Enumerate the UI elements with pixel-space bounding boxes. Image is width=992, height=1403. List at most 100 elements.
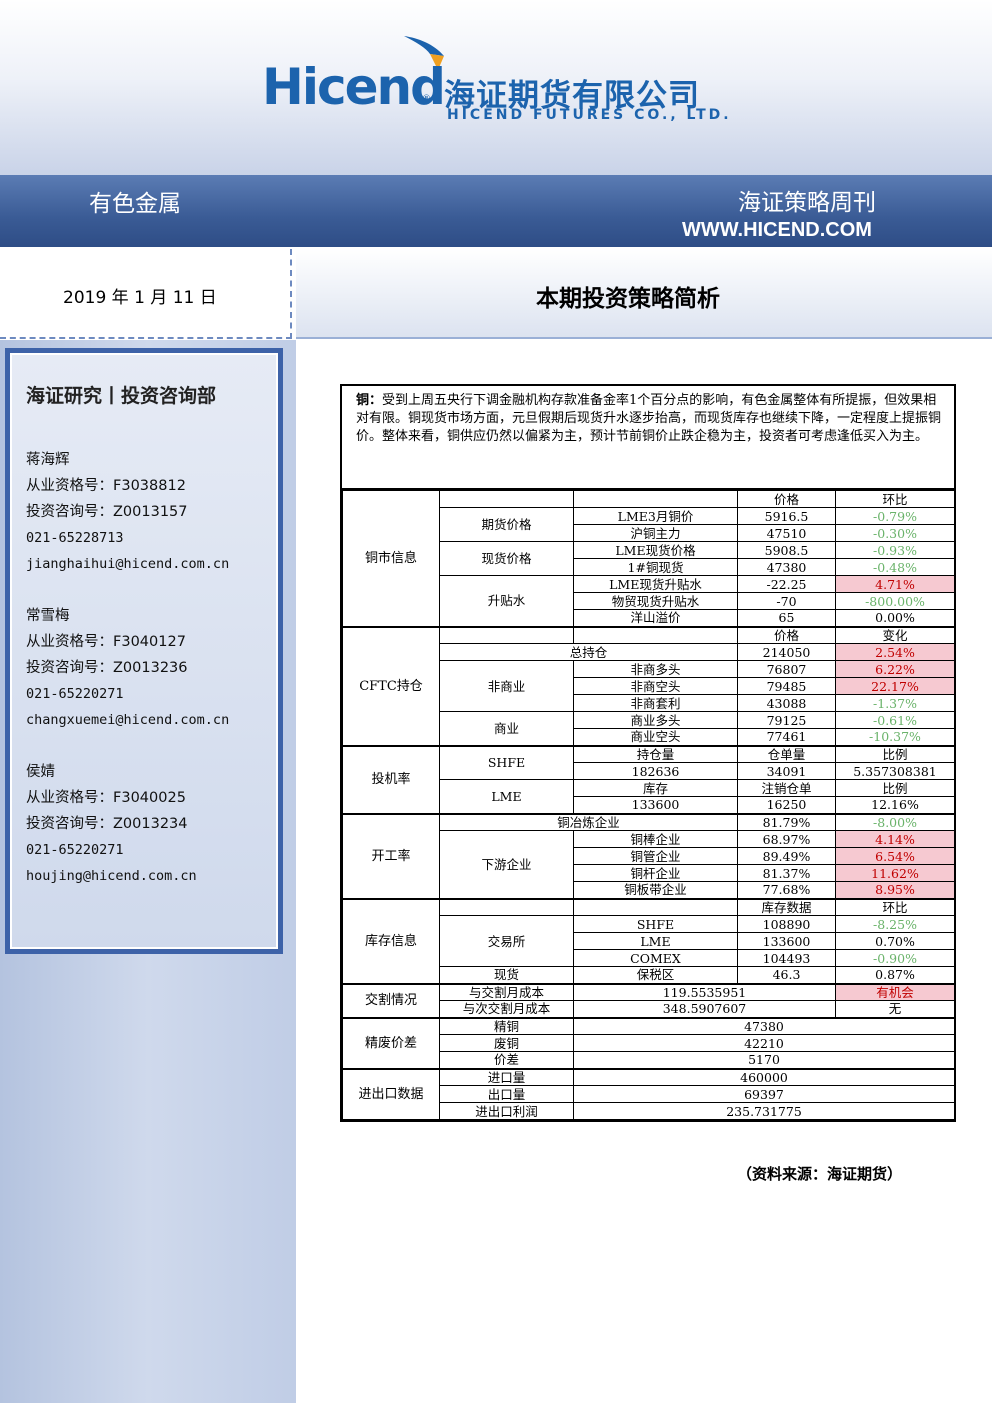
group-label: 期货价格: [439, 507, 574, 542]
change-cell: -0.48%: [835, 558, 955, 576]
copper-commentary: 铜：受到上周五央行下调金融机构存款准备金率1个百分点的影响，有色金属整体有所提振…: [342, 386, 954, 490]
item-label: 1#铜现货: [573, 558, 738, 576]
column-header: 仓单量: [737, 744, 836, 763]
column-header: 环比: [835, 897, 955, 916]
change-cell: 6.54%: [835, 847, 955, 865]
value-cell: 16250: [737, 796, 836, 814]
strategy-table: 铜：受到上周五央行下调金融机构存款准备金率1个百分点的影响，有色金属整体有所提振…: [340, 384, 956, 1122]
title-box: 本期投资策略简析: [296, 249, 992, 339]
item-label: 商业多头: [573, 711, 738, 729]
value-cell: 79485: [737, 677, 836, 695]
column-header: 比例: [835, 744, 955, 763]
value-cell: 89.49%: [737, 847, 836, 865]
item-label: 保税区: [573, 966, 738, 984]
change-cell: -0.79%: [835, 507, 955, 525]
change-cell: -800.00%: [835, 592, 955, 610]
item-label: 洋山溢价: [573, 609, 738, 627]
value-cell: -70: [737, 592, 836, 610]
column-header: 环比: [835, 490, 955, 508]
section-label: CFTC持仓: [342, 625, 440, 746]
change-cell: -0.61%: [835, 711, 955, 729]
publication-name: 海证策略周刊: [738, 190, 876, 216]
value-cell: 235.731775: [573, 1102, 955, 1120]
page-header: Hicend ® 海证期货有限公司 HICEND FUTURES CO., LT…: [0, 0, 992, 175]
analyst-contact: 蒋海辉 从业资格号：F3038812 投资咨询号：Z0013157 021-65…: [26, 447, 229, 577]
item-label: LME现货升贴水: [573, 575, 738, 593]
item-label: 精铜: [439, 1016, 574, 1035]
change-cell: -10.37%: [835, 728, 955, 746]
logo-wordmark: Hicend: [262, 58, 446, 116]
table-row: 铜市信息 价格 环比: [342, 490, 955, 627]
logo-english-name: HICEND FUTURES CO., LTD.: [447, 107, 732, 123]
group-label: 商业: [439, 711, 574, 746]
table-row: 开工率 铜冶炼企业 81.79% -8.00%: [342, 812, 955, 899]
value-cell: 5170: [573, 1051, 955, 1069]
value-cell: 133600: [573, 796, 738, 814]
item-label: 总持仓: [439, 643, 738, 661]
table-row: 精废价差 精铜 47380: [342, 1016, 955, 1069]
column-header: 价格: [737, 625, 836, 644]
item-label: 铜冶炼企业: [439, 812, 738, 831]
change-cell: 8.95%: [835, 881, 955, 899]
column-header: 持仓量: [573, 744, 738, 763]
change-cell: 0.00%: [835, 609, 955, 627]
analyst-contact: 常雪梅 从业资格号：F3040127 投资咨询号：Z0013236 021-65…: [26, 603, 229, 733]
change-cell: 4.71%: [835, 575, 955, 593]
email-address: changxuemei@hicend.com.cn: [26, 712, 230, 728]
column-header: 变化: [835, 625, 955, 644]
column-header: 库存数据: [737, 897, 836, 916]
report-date: 2019 年 1 月 11 日: [63, 288, 217, 308]
item-label: 铜管企业: [573, 847, 738, 865]
item-label: LME3月铜价: [573, 507, 738, 525]
consultant-number: 投资咨询号：Z0013236: [26, 660, 188, 676]
value-cell: 81.79%: [737, 812, 836, 831]
title-band: 有色金属 海证策略周刊 WWW.HICEND.COM: [0, 175, 992, 247]
column-header: 价格: [737, 490, 836, 508]
value-cell: -22.25: [737, 575, 836, 593]
table-row: CFTC持仓 价格 变化: [342, 625, 955, 746]
commentary-text: 受到上周五央行下调金融机构存款准备金率1个百分点的影响，有色金属整体有所提振，但…: [356, 393, 942, 444]
value-cell: 460000: [573, 1067, 955, 1086]
sidebar: 海证研究丨投资咨询部 蒋海辉 从业资格号：F3038812 投资咨询号：Z001…: [0, 340, 296, 1403]
analyst-name: 常雪梅: [26, 608, 70, 624]
value-cell: 34091: [737, 762, 836, 780]
value-cell: 12.16%: [835, 796, 955, 814]
item-label: LME: [573, 932, 738, 950]
qualification-number: 从业资格号：F3040127: [26, 634, 186, 650]
item-label: 非商多头: [573, 660, 738, 678]
item-label: 沪铜主力: [573, 524, 738, 542]
qualification-number: 从业资格号：F3040025: [26, 790, 186, 806]
status-cell: 无: [835, 1000, 955, 1018]
table-row: 交割情况 与交割月成本 119.5535951 有机会: [342, 982, 955, 1018]
analyst-contact: 侯婧 从业资格号：F3040025 投资咨询号：Z0013234 021-652…: [26, 759, 197, 889]
group-label: LME: [439, 779, 574, 814]
group-label: 交易所: [439, 915, 574, 967]
email-address: houjing@hicend.com.cn: [26, 868, 197, 884]
value-cell: 81.37%: [737, 864, 836, 882]
analyst-name: 侯婧: [26, 764, 55, 780]
change-cell: 2.54%: [835, 643, 955, 661]
item-label: 价差: [439, 1051, 574, 1069]
change-cell: -8.00%: [835, 812, 955, 831]
item-label: COMEX: [573, 949, 738, 967]
change-cell: 0.87%: [835, 966, 955, 984]
table-row: 库存信息 库存数据 环比: [342, 897, 955, 984]
item-label: 非商空头: [573, 677, 738, 695]
department-heading: 海证研究丨投资咨询部: [26, 385, 217, 407]
item-label: 物贸现货升贴水: [573, 592, 738, 610]
commentary-label: 铜：: [356, 393, 383, 408]
value-cell: 108890: [737, 915, 836, 933]
section-label: 进出口数据: [342, 1067, 440, 1120]
value-cell: 5916.5: [737, 507, 836, 525]
section-label: 库存信息: [342, 897, 440, 984]
item-label: 铜板带企业: [573, 881, 738, 899]
status-cell: 有机会: [835, 982, 955, 1001]
section-label: 交割情况: [342, 982, 440, 1018]
company-logo: Hicend ® 海证期货有限公司 HICEND FUTURES CO., LT…: [262, 30, 742, 140]
item-label: LME现货价格: [573, 541, 738, 559]
value-cell: 214050: [737, 643, 836, 661]
item-label: 进口量: [439, 1067, 574, 1086]
value-cell: 79125: [737, 711, 836, 729]
group-label: 现货: [439, 966, 574, 984]
column-header: 注销仓单: [737, 779, 836, 797]
